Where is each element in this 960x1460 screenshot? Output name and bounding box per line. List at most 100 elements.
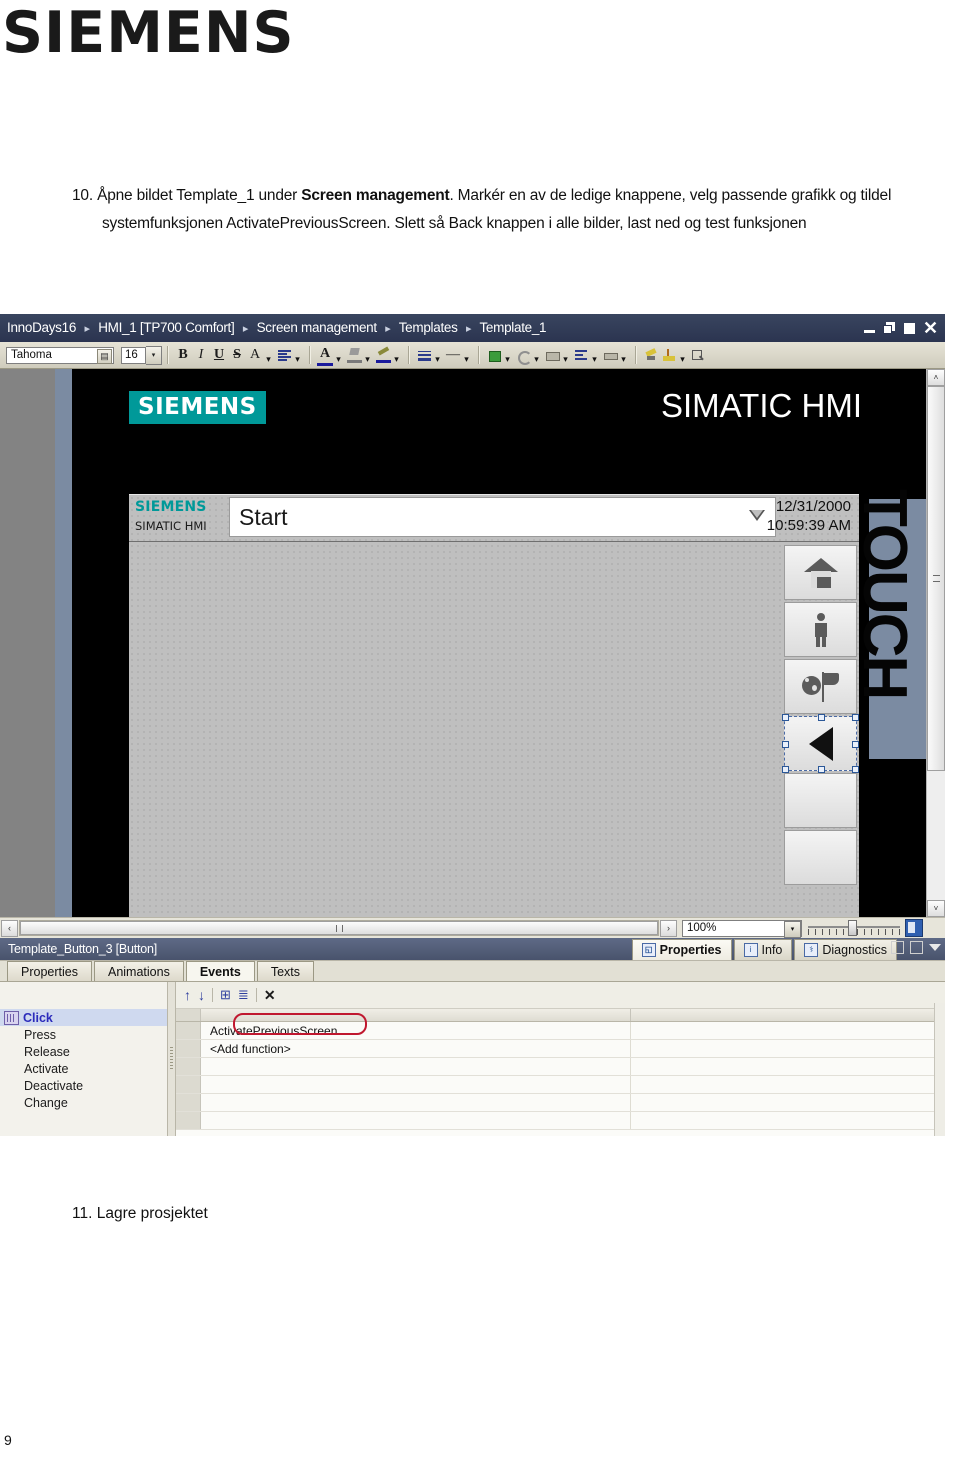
table-row[interactable]: <Add function> [176, 1040, 945, 1058]
table-row[interactable]: ActivatePreviousScreen [176, 1022, 945, 1040]
table-row[interactable] [176, 1112, 945, 1130]
pen-color-button[interactable] [375, 346, 391, 365]
resize-dropdown-icon[interactable]: ▾ [619, 346, 628, 365]
delete-button[interactable]: ✕ [264, 987, 276, 1004]
table-row[interactable] [176, 1094, 945, 1112]
event-item-activate[interactable]: Activate [0, 1060, 167, 1077]
value-cell[interactable] [631, 1094, 945, 1111]
rotate-button[interactable] [515, 346, 532, 365]
underline-button[interactable]: U [211, 346, 227, 365]
vertical-scroll-thumb[interactable] [927, 386, 945, 771]
fit-to-window-button[interactable] [905, 919, 923, 937]
font-size-dropdown-icon[interactable]: ▾ [146, 345, 162, 365]
text-align-dropdown-icon[interactable]: ▾ [293, 346, 302, 365]
breadcrumb-item-screen-management[interactable]: Screen management [257, 320, 378, 335]
home-button[interactable] [784, 545, 857, 600]
edit-list-button[interactable]: ≣ [238, 987, 249, 1003]
breadcrumb-item-device[interactable]: HMI_1 [TP700 Comfort] [98, 320, 235, 335]
minimize-icon[interactable] [863, 322, 876, 335]
font-effect-dropdown-icon[interactable]: ▾ [264, 346, 273, 365]
fill-color-button[interactable] [346, 346, 362, 365]
event-item-release[interactable]: Release [0, 1043, 167, 1060]
strikethrough-button[interactable]: S [229, 346, 245, 365]
function-cell[interactable]: ActivatePreviousScreen [201, 1022, 631, 1039]
tab-properties[interactable]: ◱ Properties [631, 939, 732, 960]
event-item-change[interactable]: Change [0, 1094, 167, 1111]
pen-color-dropdown-icon[interactable]: ▾ [392, 346, 401, 365]
resize-handle[interactable] [782, 714, 789, 721]
scroll-down-icon[interactable]: ˅ [927, 900, 945, 917]
italic-button[interactable]: I [193, 346, 209, 365]
scroll-left-button[interactable]: ‹ [1, 919, 18, 937]
order-button[interactable] [661, 346, 677, 365]
function-cell[interactable] [201, 1058, 631, 1075]
subtab-events[interactable]: Events [185, 961, 255, 981]
text-align-button[interactable] [276, 346, 292, 365]
subtab-animations[interactable]: Animations [93, 961, 184, 981]
breadcrumb-item-template-1[interactable]: Template_1 [479, 320, 546, 335]
value-cell[interactable] [631, 1076, 945, 1093]
scroll-up-icon[interactable]: ˄ [927, 369, 945, 386]
font-size-input[interactable]: 16 [121, 346, 146, 364]
tab-diagnostics[interactable]: ⚕ Diagnostics [794, 939, 897, 960]
chevron-down-icon[interactable] [929, 944, 941, 951]
resize-handle[interactable] [852, 714, 859, 721]
function-cell[interactable] [201, 1076, 631, 1093]
breadcrumb-item-templates[interactable]: Templates [399, 320, 458, 335]
value-cell[interactable] [631, 1022, 945, 1039]
table-row[interactable] [176, 1076, 945, 1094]
horizontal-scroll-thumb[interactable] [20, 921, 658, 935]
distribute-dropdown-icon[interactable]: ▾ [590, 346, 599, 365]
person-button[interactable] [784, 602, 857, 657]
format-painter-button[interactable] [643, 346, 659, 365]
add-function-cell[interactable]: <Add function> [201, 1040, 631, 1057]
line-style-dropdown-icon[interactable]: ▾ [462, 346, 471, 365]
zoom-slider-thumb[interactable] [848, 920, 857, 936]
event-item-deactivate[interactable]: Deactivate [0, 1077, 167, 1094]
font-name-input[interactable]: Tahoma ▤ [6, 346, 114, 364]
float-panel-icon[interactable] [891, 941, 904, 954]
bold-button[interactable]: B [175, 346, 191, 365]
resize-handle[interactable] [782, 766, 789, 773]
font-effect-button[interactable]: A [247, 346, 263, 365]
distribute-button[interactable] [573, 346, 589, 365]
event-item-press[interactable]: Press [0, 1026, 167, 1043]
hmi-panel-preview[interactable]: SIEMENS SIMATIC HMI TOUCH SIEMENS SIMATI… [72, 369, 927, 917]
fill-style-dropdown-icon[interactable]: ▾ [503, 346, 512, 365]
zoom-level-combobox[interactable]: 100% ▾ [682, 919, 802, 938]
subtab-properties[interactable]: Properties [7, 961, 92, 981]
template-work-area[interactable]: SIEMENS SIMATIC HMI Start 12/31/2000 10:… [129, 494, 859, 917]
chevron-down-icon[interactable] [749, 510, 765, 521]
function-cell[interactable] [201, 1112, 631, 1129]
scroll-right-button[interactable]: › [660, 919, 677, 937]
canvas-vertical-scrollbar[interactable]: ˄ ˅ [926, 369, 945, 917]
move-up-button[interactable]: ↑ [184, 987, 191, 1003]
add-function-list-button[interactable]: ⊞ [220, 987, 231, 1003]
resize-handle[interactable] [852, 740, 859, 748]
back-button[interactable] [782, 714, 859, 773]
event-item-click[interactable]: Click [0, 1009, 167, 1026]
tab-info[interactable]: i Info [733, 939, 793, 960]
function-list-grid[interactable]: ↑ ↓ ⊞ ≣ ✕ ActivatePreviousScreen <Add fu… [176, 982, 945, 1136]
table-row[interactable] [176, 1058, 945, 1076]
maximize-icon[interactable] [903, 322, 916, 335]
fill-color-dropdown-icon[interactable]: ▾ [363, 346, 372, 365]
collapse-panel-icon[interactable] [910, 941, 923, 954]
value-cell[interactable] [631, 1112, 945, 1129]
align-objects-button[interactable] [544, 346, 560, 365]
function-cell[interactable] [201, 1094, 631, 1111]
screen-title-field[interactable]: Start [229, 497, 776, 537]
horizontal-scrollbar[interactable] [19, 920, 659, 936]
language-button[interactable] [784, 659, 857, 714]
subtab-texts[interactable]: Texts [256, 961, 315, 981]
line-weight-dropdown-icon[interactable]: ▾ [433, 346, 442, 365]
resize-handle[interactable] [817, 766, 825, 773]
value-cell[interactable] [631, 1040, 945, 1057]
rotate-dropdown-icon[interactable]: ▾ [532, 346, 541, 365]
move-down-button[interactable]: ↓ [198, 987, 205, 1003]
resize-handle[interactable] [782, 740, 789, 748]
resize-handle[interactable] [852, 766, 859, 773]
chevron-down-icon[interactable]: ▾ [784, 920, 801, 938]
fill-style-button[interactable] [486, 346, 502, 365]
restore-icon[interactable] [883, 321, 896, 335]
